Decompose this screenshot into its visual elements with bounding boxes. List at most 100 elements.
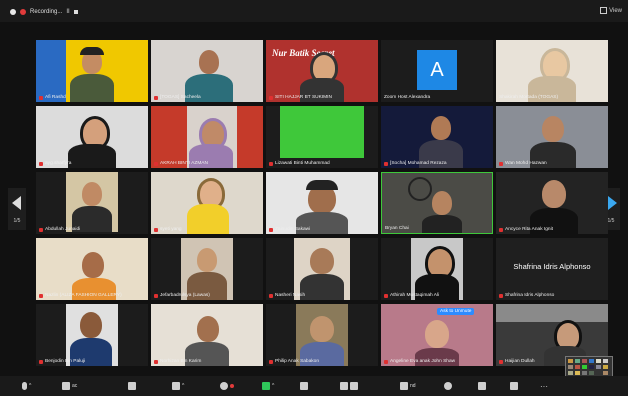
muted-mic-icon <box>384 293 388 298</box>
video-tile[interactable]: [Socha] Mohamad Rezaza <box>381 106 493 168</box>
apps-button[interactable] <box>478 381 486 391</box>
stop-icon[interactable] <box>73 9 78 14</box>
participant-name-label: Shakirah Mortada (TOGAS) <box>499 95 559 100</box>
participant-name: syeti yang <box>154 227 182 232</box>
share-screen-button[interactable]: ^ <box>262 381 274 391</box>
video-tile[interactable]: Athirah Mustaqimah Ali <box>381 238 493 300</box>
participant-name-label: ayg.sharfyra <box>45 161 72 166</box>
pause-record-icon[interactable] <box>350 382 358 390</box>
participant-name-label: Jefarbadrulsya (Lawas) <box>160 293 210 298</box>
security-button[interactable] <box>128 381 136 391</box>
video-grid: Afi Rashd [TOGAS] Sacheela Nur Batik Sec… <box>36 40 608 370</box>
muted-mic-icon <box>499 227 503 232</box>
video-tile[interactable]: AKRAH BINTI AZMAN <box>151 106 263 168</box>
chat-button[interactable] <box>220 381 234 391</box>
muted-mic-icon <box>269 227 273 232</box>
participant-name: Benjodin Bin Paluji <box>39 359 85 364</box>
pause-icon[interactable]: II <box>66 9 69 15</box>
muted-mic-icon <box>39 359 43 364</box>
muted-mic-icon <box>154 359 158 364</box>
record-icon <box>20 8 26 15</box>
participant-name: Nasheri Nasih <box>269 293 305 298</box>
share-chevron-icon[interactable]: ^ <box>272 383 274 389</box>
share-screen-icon <box>262 382 270 390</box>
muted-mic-icon <box>154 293 158 298</box>
video-tile[interactable]: Norhizan Bin Karim <box>151 304 263 366</box>
video-tile[interactable]: Nur Batik Secret SITI HAJJAR BT SUKIMIN <box>266 40 378 102</box>
ask-to-unmute-button[interactable]: Ask to Unmute <box>437 308 475 315</box>
participant-name-label: Ancyce Rita Anak Ignit <box>505 227 553 232</box>
participant-name: Nazlin (ALIZA FASHION GALLERY) <box>39 293 122 298</box>
participant-name: Lizawati Binti Muhammad <box>269 161 330 166</box>
participant-name: Angeline Eva anak John Shaw <box>384 359 455 364</box>
video-tile[interactable]: Nasheri Nasih <box>266 238 378 300</box>
participant-name-center: Shafrina Idris Alphonso <box>513 262 591 271</box>
reactions-icon <box>444 382 452 390</box>
microphone-icon <box>22 382 27 390</box>
recording-label: Recording... <box>30 8 63 15</box>
video-tile[interactable]: Jefarbadrulsya (Lawas) <box>151 238 263 300</box>
video-tile[interactable]: Shakirah Mortada (TOGAS) <box>496 40 608 102</box>
participant-name: Athirah Mustaqimah Ali <box>384 293 439 298</box>
video-tile[interactable]: ayg.sharfyra <box>36 106 148 168</box>
video-tile[interactable]: Ask to Unmute Angeline Eva anak John Sha… <box>381 304 493 366</box>
muted-mic-icon <box>39 161 43 166</box>
avatar: A <box>417 50 457 90</box>
participants-button[interactable]: ^ <box>172 381 184 391</box>
participant-name-label: Nasheri Nasih <box>275 293 306 298</box>
participant-name: Shakirah Mortada (TOGAS) <box>499 95 558 100</box>
participant-name-label: Benjodin Bin Paluji <box>45 359 86 364</box>
video-tile[interactable]: Shafrina Idris Alphonso Shafrina Idris A… <box>496 238 608 300</box>
previous-page-button[interactable]: 1/5 <box>8 188 26 230</box>
video-tile[interactable]: Zainudin Bakawi <box>266 172 378 234</box>
participant-name: Haijian Dullah <box>499 359 535 364</box>
muted-mic-icon <box>269 95 273 100</box>
participant-name: Bryan Chai <box>385 226 409 231</box>
shield-icon <box>10 8 16 15</box>
video-tile[interactable]: Ancyce Rita Anak Ignit <box>496 172 608 234</box>
video-tile[interactable]: syeti yang <box>151 172 263 234</box>
video-tile[interactable]: A Zoom Host Alexandra <box>381 40 493 102</box>
recording-indicator: Recording... II <box>10 7 78 16</box>
video-tile[interactable]: Bryan Chai <box>381 172 493 234</box>
whiteboard-button[interactable] <box>510 381 518 391</box>
muted-mic-icon <box>154 227 158 232</box>
more-icon: ··· <box>540 381 548 391</box>
participant-name-label: Zoom Host Alexandra <box>384 95 431 100</box>
chevron-right-icon <box>608 196 617 210</box>
breakout-rooms-button[interactable]: nd <box>400 381 416 391</box>
view-label: View <box>609 7 622 14</box>
video-tile[interactable]: Afi Rashd <box>36 40 148 102</box>
video-tile[interactable]: Benjodin Bin Paluji <box>36 304 148 366</box>
video-tile[interactable]: [TOGAS] Sacheela <box>151 40 263 102</box>
polls-button[interactable] <box>300 381 308 391</box>
participant-name-label: Bryan Chai <box>385 226 409 231</box>
record-icon <box>340 382 348 390</box>
video-tile[interactable]: Nazlin (ALIZA FASHION GALLERY) <box>36 238 148 300</box>
participants-chevron-icon[interactable]: ^ <box>182 383 184 389</box>
chevron-up-icon[interactable]: ^ <box>29 383 31 389</box>
record-button[interactable] <box>340 381 358 391</box>
participant-name: ayg.sharfyra <box>39 161 71 166</box>
participant-name: [TOGAS] Sacheela <box>154 95 201 100</box>
more-button[interactable]: ··· <box>540 381 548 391</box>
video-tile[interactable]: Abdullah Junaidi <box>36 172 148 234</box>
participant-name: Ancyce Rita Anak Ignit <box>499 227 553 232</box>
muted-mic-icon <box>154 161 158 166</box>
video-tile[interactable]: Wan Mohd Hazwan <box>496 106 608 168</box>
mute-button[interactable]: ^ <box>22 381 31 391</box>
participant-name-label: Wan Mohd Hazwan <box>505 161 547 166</box>
video-button[interactable]: ac <box>62 381 77 391</box>
participant-name: Wan Mohd Hazwan <box>499 161 547 166</box>
participant-name: [Socha] Mohamad Rezaza <box>384 161 447 166</box>
participant-name-label: Afi Rashd <box>45 95 66 100</box>
reactions-button[interactable] <box>444 381 452 391</box>
video-tile[interactable]: Lizawati Binti Muhammad <box>266 106 378 168</box>
top-bar: Recording... II View <box>0 0 628 22</box>
view-button[interactable]: View <box>600 7 622 14</box>
participant-name-label: Haijian Dullah <box>505 359 535 364</box>
video-tile[interactable]: Philip Anak Sabakon <box>266 304 378 366</box>
participant-name-label: AKRAH BINTI AZMAN <box>160 161 208 166</box>
breakout-rooms-icon <box>400 382 408 390</box>
whiteboard-icon <box>510 382 518 390</box>
